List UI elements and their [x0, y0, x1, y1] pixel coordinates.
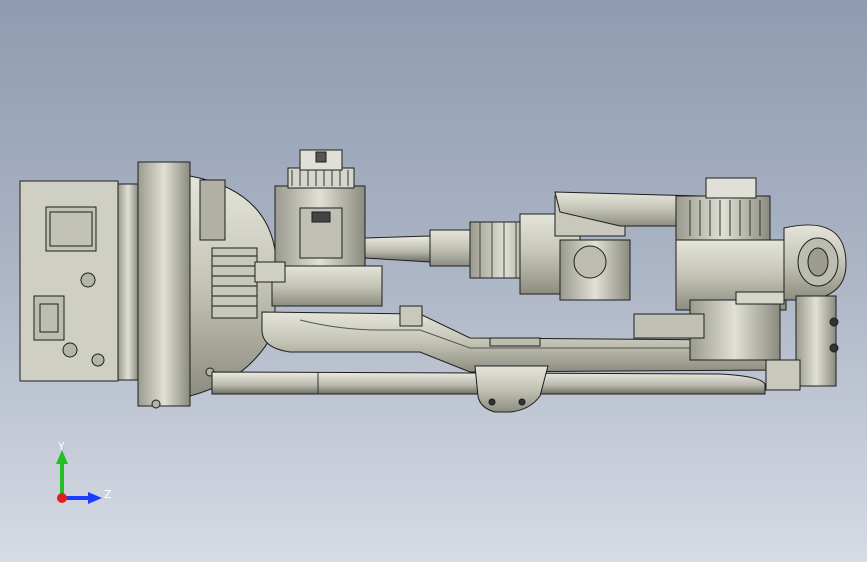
z-axis-label: Z: [104, 488, 112, 501]
shoulder-joint: [254, 149, 383, 307]
base-motor-housing: [19, 161, 276, 409]
axis-triad: Y Z: [50, 440, 120, 510]
origin-marker: [57, 493, 67, 503]
z-axis-arrowhead: [88, 492, 102, 504]
y-axis-label: Y: [58, 440, 65, 453]
cable-conduit: [211, 365, 766, 413]
robot-arm-model[interactable]: [0, 0, 867, 562]
cad-viewport[interactable]: Y Z: [0, 0, 867, 562]
